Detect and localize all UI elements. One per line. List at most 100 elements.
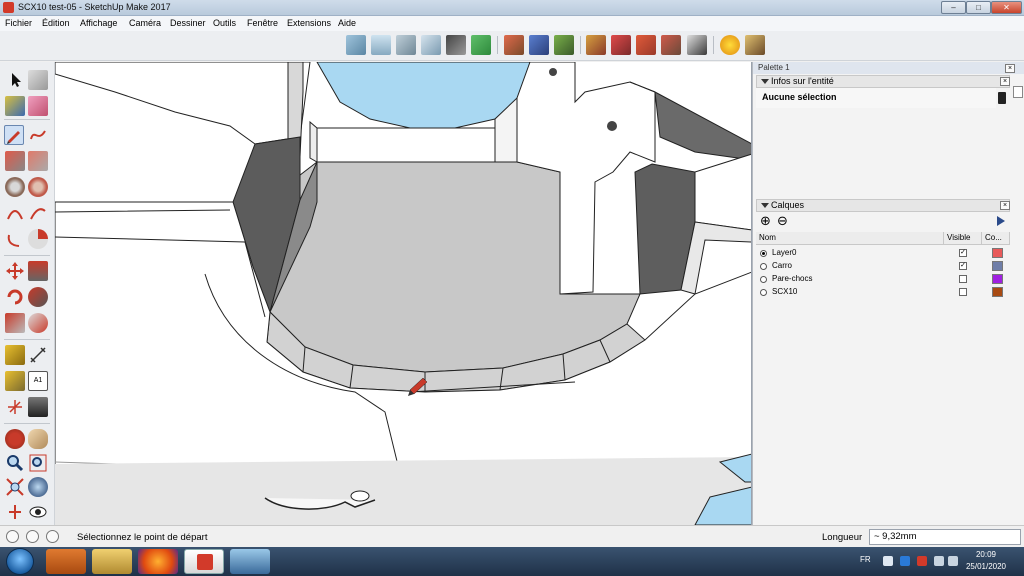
credits-status-icon[interactable]	[26, 530, 39, 543]
geo-location-status-icon[interactable]	[6, 530, 19, 543]
user-status-icon[interactable]	[46, 530, 59, 543]
menu-fichier[interactable]: Fichier	[5, 18, 32, 28]
circle-icon[interactable]	[5, 177, 25, 197]
sandbox-from-contours-icon[interactable]	[504, 35, 524, 55]
iso-view-icon[interactable]	[346, 35, 366, 55]
scale-icon[interactable]	[5, 313, 25, 333]
tray-scrollbar[interactable]	[1013, 86, 1023, 98]
maximize-button[interactable]: □	[966, 1, 991, 14]
zoom-extents-icon[interactable]	[5, 477, 25, 497]
protractor-icon[interactable]	[5, 371, 25, 391]
dimension-icon[interactable]	[28, 345, 48, 365]
flip-edge-icon[interactable]	[661, 35, 681, 55]
arc-icon[interactable]	[5, 203, 25, 223]
active-layer-radio[interactable]	[760, 263, 767, 270]
three-point-arc-icon[interactable]	[5, 229, 25, 249]
visible-checkbox[interactable]: ✓	[959, 249, 967, 257]
network-icon[interactable]	[934, 556, 944, 566]
back-view-icon[interactable]	[446, 35, 466, 55]
zoom-icon[interactable]	[5, 453, 25, 473]
rotated-rectangle-icon[interactable]	[28, 151, 48, 171]
tape-measure-icon[interactable]	[5, 345, 25, 365]
add-layer-button[interactable]: ⊕	[760, 214, 771, 227]
polygon-icon[interactable]	[28, 177, 48, 197]
entity-info-header[interactable]: Infos sur l'entité	[756, 75, 1010, 88]
minimize-button[interactable]: –	[941, 1, 966, 14]
add-detail-icon[interactable]	[636, 35, 656, 55]
layer-color-swatch[interactable]	[992, 248, 1003, 258]
make-component-icon[interactable]	[28, 70, 48, 90]
entity-details-toggle-icon[interactable]	[998, 92, 1006, 104]
menu-aide[interactable]: Aide	[338, 18, 356, 28]
pie-icon[interactable]	[28, 229, 48, 249]
layers-close-button[interactable]: ×	[1000, 201, 1010, 210]
rectangle-icon[interactable]	[5, 151, 25, 171]
move-icon[interactable]	[5, 261, 25, 281]
smoove-icon[interactable]	[554, 35, 574, 55]
active-layer-radio[interactable]	[760, 289, 767, 296]
top-view-icon[interactable]	[371, 35, 391, 55]
layer-row-pare-chocs[interactable]: Pare-chocs	[756, 273, 1010, 286]
delete-layer-button[interactable]: ⊖	[777, 214, 788, 227]
layers-details-arrow-icon[interactable]	[997, 216, 1005, 226]
geo-location-icon[interactable]	[687, 35, 707, 55]
menu-camera[interactable]: Caméra	[129, 18, 161, 28]
keyboard-language[interactable]: FR	[860, 555, 871, 564]
file-explorer-icon[interactable]	[92, 549, 132, 574]
measurements-input[interactable]: ~ 9,32mm	[869, 529, 1021, 545]
drawing-viewport[interactable]	[55, 62, 752, 525]
layer-color-swatch[interactable]	[992, 261, 1003, 271]
paint-bucket-icon[interactable]	[5, 96, 25, 116]
tray-app-icon[interactable]	[917, 556, 927, 566]
offset-icon[interactable]	[28, 313, 48, 333]
clock-date[interactable]: 25/01/2020	[958, 562, 1014, 571]
compass-icon[interactable]	[720, 35, 740, 55]
menu-dessiner[interactable]: Dessiner	[170, 18, 206, 28]
push-pull-icon[interactable]	[28, 261, 48, 281]
tray-expand-icon[interactable]	[883, 556, 893, 566]
front-view-icon[interactable]	[396, 35, 416, 55]
menu-outils[interactable]: Outils	[213, 18, 236, 28]
active-layer-radio[interactable]	[760, 250, 767, 257]
pan-icon[interactable]	[28, 429, 48, 449]
freehand-icon[interactable]	[28, 125, 48, 145]
layer-color-swatch[interactable]	[992, 287, 1003, 297]
pencil-icon[interactable]	[4, 125, 24, 145]
zoom-window-icon[interactable]	[28, 453, 48, 473]
orbit-icon[interactable]	[5, 429, 25, 449]
drape-icon[interactable]	[611, 35, 631, 55]
extension-warehouse-icon[interactable]	[745, 35, 765, 55]
media-player-icon[interactable]	[46, 549, 86, 574]
menu-fenetre[interactable]: Fenêtre	[247, 18, 278, 28]
previous-view-icon[interactable]	[28, 477, 48, 497]
dropbox-icon[interactable]	[900, 556, 910, 566]
layer-row-carro[interactable]: Carro ✓	[756, 260, 1010, 273]
menu-edition[interactable]: Édition	[42, 18, 70, 28]
volume-icon[interactable]	[948, 556, 958, 566]
layer-row-scx10[interactable]: SCX10	[756, 286, 1010, 299]
close-window-button[interactable]: ✕	[991, 1, 1022, 14]
column-color-header[interactable]: Co...	[982, 232, 1010, 245]
look-around-icon[interactable]	[28, 502, 48, 522]
select-icon[interactable]	[5, 70, 25, 90]
clock-time[interactable]: 20:09	[963, 550, 1009, 559]
active-layer-radio[interactable]	[760, 276, 767, 283]
two-point-arc-icon[interactable]	[28, 203, 48, 223]
stamp-icon[interactable]	[586, 35, 606, 55]
column-name-header[interactable]: Nom	[756, 232, 944, 245]
3d-text-icon[interactable]	[28, 397, 48, 417]
visible-checkbox[interactable]	[959, 275, 967, 283]
rotate-icon[interactable]	[5, 287, 25, 307]
left-view-icon[interactable]	[471, 35, 491, 55]
visible-checkbox[interactable]: ✓	[959, 262, 967, 270]
firefox-icon[interactable]	[138, 549, 178, 574]
layer-row-layer0[interactable]: Layer0 ✓	[756, 247, 1010, 260]
position-camera-icon[interactable]	[5, 502, 25, 522]
menu-extensions[interactable]: Extensions	[287, 18, 331, 28]
image-viewer-icon[interactable]	[230, 549, 270, 574]
menu-affichage[interactable]: Affichage	[80, 18, 117, 28]
layers-header[interactable]: Calques	[756, 199, 1010, 212]
axes-icon[interactable]	[5, 397, 25, 417]
text-icon[interactable]: A1	[28, 371, 48, 391]
right-view-icon[interactable]	[421, 35, 441, 55]
